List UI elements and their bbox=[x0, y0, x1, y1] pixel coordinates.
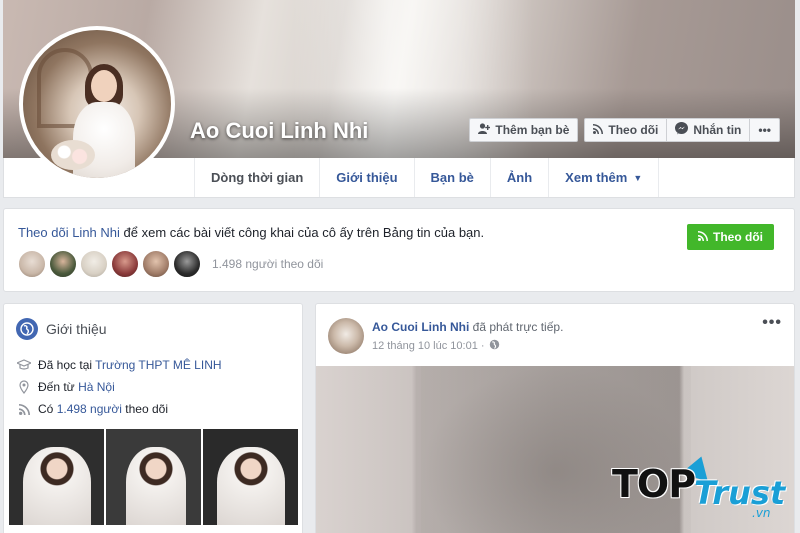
rss-icon bbox=[593, 123, 604, 137]
follower-avatar[interactable] bbox=[111, 250, 139, 278]
post-author-avatar[interactable] bbox=[328, 318, 364, 354]
profile-name[interactable]: Ao Cuoi Linh Nhi bbox=[190, 118, 368, 144]
intro-hometown: Đến từ Hà Nội bbox=[16, 380, 115, 394]
follower-avatar[interactable] bbox=[80, 250, 108, 278]
followers-count: 1.498 người theo dõi bbox=[212, 257, 324, 271]
follow-green-button[interactable]: Theo dõi bbox=[687, 224, 774, 250]
hometown-link[interactable]: Hà Nội bbox=[78, 380, 115, 394]
globe-icon bbox=[16, 318, 38, 340]
message-button[interactable]: Nhắn tin bbox=[667, 118, 751, 142]
photo-thumbnail[interactable] bbox=[203, 429, 298, 525]
photo-thumbnail[interactable] bbox=[106, 429, 201, 525]
message-label: Nhắn tin bbox=[693, 123, 742, 137]
photo-figure bbox=[126, 447, 186, 525]
follow-profile-link[interactable]: Theo dõi Linh Nhi bbox=[18, 225, 120, 240]
tab-photos[interactable]: Ảnh bbox=[489, 158, 548, 197]
follow-prompt-rest: để xem các bài viết công khai của cô ấy … bbox=[119, 225, 485, 240]
profile-tabs: Dòng thời gian Giới thiệu Bạn bè Ảnh Xem… bbox=[194, 158, 660, 197]
follow-prompt-card: Theo dõi Linh Nhi để xem các bài viết cô… bbox=[3, 208, 795, 292]
post-timestamp[interactable]: 12 tháng 10 lúc 10:01 · bbox=[372, 340, 485, 352]
add-friend-icon bbox=[478, 123, 491, 137]
photo-thumbnail[interactable] bbox=[9, 429, 104, 525]
tab-friends[interactable]: Bạn bè bbox=[413, 158, 490, 197]
photo-figure bbox=[217, 447, 285, 525]
watermark-top: TOP bbox=[612, 462, 696, 506]
avatar-face bbox=[91, 70, 117, 102]
messenger-icon bbox=[675, 122, 689, 138]
profile-picture[interactable] bbox=[19, 26, 175, 182]
post-options-button[interactable]: ••• bbox=[762, 314, 782, 332]
add-friend-label: Thêm bạn bè bbox=[495, 123, 570, 137]
follower-avatar[interactable] bbox=[49, 250, 77, 278]
follow-button[interactable]: Theo dõi bbox=[584, 118, 668, 142]
follow-prompt-text: Theo dõi Linh Nhi để xem các bài viết cô… bbox=[18, 225, 484, 240]
school-link[interactable]: Trường THPT MÊ LINH bbox=[95, 358, 221, 372]
intro-header: Giới thiệu bbox=[16, 318, 107, 340]
toptrust-watermark-logo: TOP Trust .vn bbox=[612, 452, 792, 526]
follow-green-label: Theo dõi bbox=[713, 230, 763, 244]
add-friend-button[interactable]: Thêm bạn bè bbox=[469, 118, 579, 142]
intro-followers: Có 1.498 người theo dõi bbox=[16, 402, 168, 416]
rss-icon bbox=[16, 403, 32, 415]
more-options-button[interactable]: ••• bbox=[750, 118, 780, 142]
globe-icon bbox=[489, 339, 500, 353]
location-pin-icon bbox=[16, 380, 32, 394]
avatar-bouquet bbox=[51, 140, 95, 170]
post-action-text: đã phát trực tiếp. bbox=[469, 320, 564, 334]
intro-education: Đã học tại Trường THPT MÊ LINH bbox=[16, 358, 222, 372]
rss-icon bbox=[698, 230, 708, 244]
more-icon: ••• bbox=[758, 123, 771, 137]
tab-timeline[interactable]: Dòng thời gian bbox=[194, 158, 319, 197]
cover-actions: Thêm bạn bè Theo dõi Nhắn tin ••• bbox=[469, 118, 780, 142]
tab-more[interactable]: Xem thêm ▼ bbox=[548, 158, 660, 197]
follow-label: Theo dõi bbox=[608, 123, 659, 137]
post-author-link[interactable]: Ao Cuoi Linh Nhi bbox=[372, 320, 469, 334]
post-header: Ao Cuoi Linh Nhi đã phát trực tiếp. bbox=[372, 320, 563, 334]
follower-avatars: 1.498 người theo dõi bbox=[18, 250, 323, 278]
follower-avatar[interactable] bbox=[18, 250, 46, 278]
graduation-cap-icon bbox=[16, 359, 32, 371]
intro-title: Giới thiệu bbox=[46, 321, 107, 337]
watermark-vn: .vn bbox=[752, 506, 771, 520]
photo-figure bbox=[23, 447, 91, 525]
tab-about[interactable]: Giới thiệu bbox=[319, 158, 413, 197]
post-timestamp-row: 12 tháng 10 lúc 10:01 · bbox=[372, 339, 500, 353]
intro-card: Giới thiệu Đã học tại Trường THPT MÊ LIN… bbox=[3, 303, 303, 533]
follow-message-group: Theo dõi Nhắn tin ••• bbox=[584, 118, 780, 142]
follower-avatar[interactable] bbox=[142, 250, 170, 278]
intro-photos bbox=[9, 429, 298, 525]
chevron-down-icon: ▼ bbox=[633, 172, 643, 183]
follower-avatar[interactable] bbox=[173, 250, 201, 278]
watermark-trust: Trust bbox=[694, 474, 786, 512]
followers-link[interactable]: 1.498 người bbox=[57, 402, 122, 416]
